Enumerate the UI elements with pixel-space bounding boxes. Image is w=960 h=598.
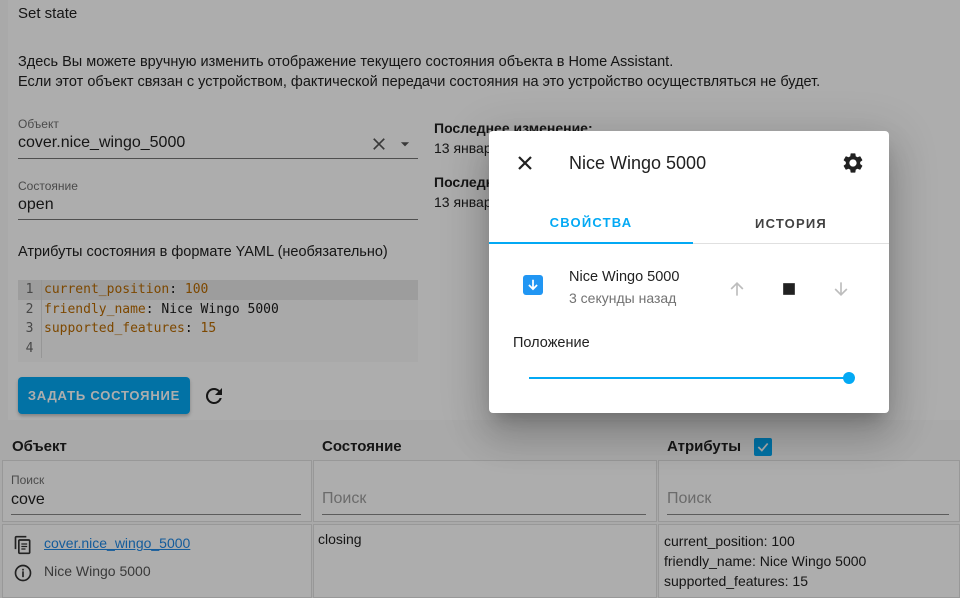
entity-name: Nice Wingo 5000: [569, 269, 680, 285]
stop-cover-button[interactable]: [777, 277, 801, 301]
gear-icon[interactable]: [841, 151, 865, 175]
entity-last-changed: 3 секунды назад: [569, 290, 677, 306]
close-icon[interactable]: [513, 151, 537, 175]
tab-history[interactable]: ИСТОРИЯ: [689, 203, 893, 243]
position-label: Положение: [513, 335, 590, 351]
more-info-dialog: Nice Wingo 5000 СВОЙСТВА ИСТОРИЯ Nice Wi…: [489, 131, 889, 413]
close-cover-button[interactable]: [829, 277, 853, 301]
stop-icon: [783, 283, 795, 295]
open-cover-button[interactable]: [725, 277, 749, 301]
position-slider-knob[interactable]: [843, 372, 855, 384]
dialog-tabs: СВОЙСТВА ИСТОРИЯ: [489, 203, 889, 244]
position-slider-track[interactable]: [529, 377, 849, 379]
arrow-up-icon: [730, 281, 744, 296]
dialog-title: Nice Wingo 5000: [569, 153, 707, 173]
arrow-down-icon: [834, 282, 848, 297]
cover-closing-icon: [523, 275, 543, 295]
tab-properties[interactable]: СВОЙСТВА: [489, 203, 693, 244]
